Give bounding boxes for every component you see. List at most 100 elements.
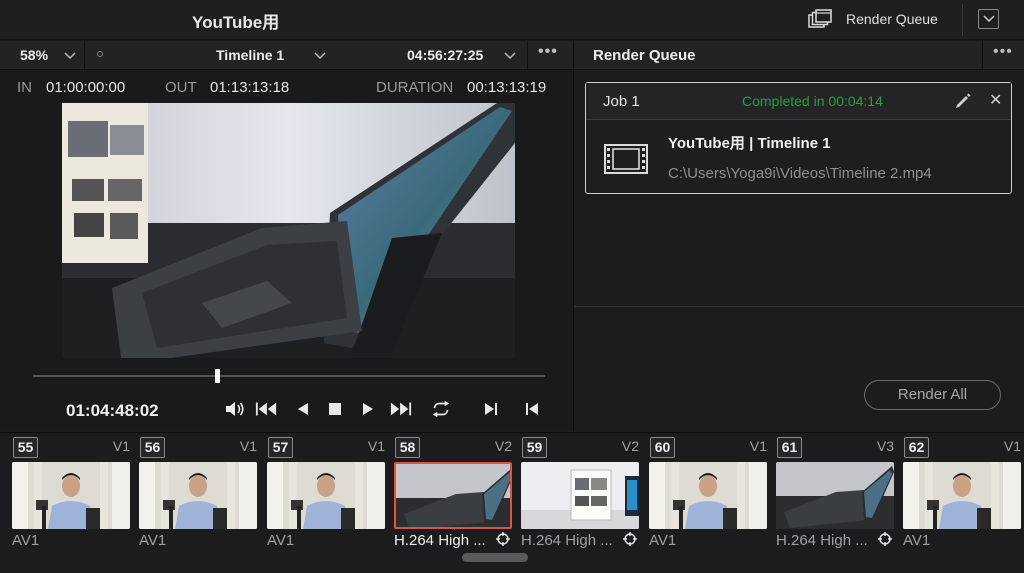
clip-thumbnail[interactable] [267, 462, 385, 529]
loop-button[interactable] [430, 398, 452, 420]
clip-number: 61 [777, 437, 802, 458]
current-timecode: 01:04:48:02 [66, 401, 159, 420]
divider [574, 306, 1024, 307]
out-label: OUT [165, 79, 197, 96]
crosshair-icon[interactable] [878, 532, 892, 551]
render-queue-icon [808, 9, 832, 28]
clip-number: 56 [140, 437, 165, 458]
speaker-icon [226, 402, 244, 416]
video-frame-image [62, 103, 515, 358]
viewer-panel: 58% Timeline 1 04:56:27:25 ••• IN 01:00:… [0, 41, 573, 431]
clip-item[interactable]: 56 V1 AV1 [139, 433, 259, 558]
clip-thumbnail[interactable] [776, 462, 894, 529]
clip-number: 58 [395, 437, 420, 458]
clip-item[interactable]: 60 V1 AV1 [649, 433, 769, 558]
skip-back-icon [255, 402, 277, 416]
clip-track: V2 [494, 438, 512, 454]
clip-track: V1 [239, 438, 257, 454]
clip-track: V1 [367, 438, 385, 454]
clip-thumbnail[interactable] [394, 462, 512, 529]
chevron-down-icon[interactable] [64, 47, 76, 63]
project-title: YouTube用 [192, 13, 280, 32]
clip-codec: H.264 High ... [521, 532, 613, 549]
viewer-header: 58% Timeline 1 04:56:27:25 ••• [0, 41, 573, 70]
close-icon[interactable]: ✕ [989, 90, 1002, 110]
job-status: Completed in 00:04:14 [742, 93, 883, 109]
clip-thumbnail[interactable] [139, 462, 257, 529]
clips-strip: 55 V1 AV1 56 V1 AV1 57 V1 AV1 58 V2 H.264 High ... 5… [0, 432, 1024, 573]
clip-number: 62 [904, 437, 929, 458]
previous-frame-button[interactable] [521, 398, 543, 420]
playhead-handle[interactable] [215, 369, 220, 383]
job-name: Job 1 [603, 93, 640, 110]
clip-track: V2 [621, 438, 639, 454]
render-queue-panel: Render Queue ••• Job 1 Completed in 00:0… [574, 41, 1024, 431]
clip-track: V1 [1003, 438, 1021, 454]
clip-thumbnail[interactable] [521, 462, 639, 529]
scrubber-track[interactable] [33, 375, 545, 377]
clip-codec: AV1 [649, 532, 677, 549]
expand-button[interactable] [978, 9, 999, 29]
chevron-down-icon[interactable] [314, 47, 326, 63]
job-header: Job 1 Completed in 00:04:14 ✕ [586, 83, 1011, 120]
stop-icon [329, 403, 341, 415]
out-value: 01:13:13:18 [210, 79, 290, 96]
more-options-icon[interactable]: ••• [538, 43, 558, 61]
divider [962, 4, 963, 36]
loop-icon [432, 400, 450, 418]
duration-label: DURATION [376, 79, 454, 96]
previous-clip-icon [526, 403, 538, 415]
indicator-dot-icon [97, 51, 103, 57]
play-icon [363, 403, 373, 415]
clip-number: 55 [13, 437, 38, 458]
clip-track: V1 [749, 438, 767, 454]
video-preview[interactable] [62, 103, 515, 358]
clip-codec: AV1 [903, 532, 931, 549]
clip-thumbnail[interactable] [12, 462, 130, 529]
jump-to-end-button[interactable] [390, 398, 412, 420]
timeline-selector[interactable]: Timeline 1 [216, 47, 284, 63]
clip-item[interactable]: 58 V2 H.264 High ... [394, 433, 514, 558]
clip-number: 60 [650, 437, 675, 458]
chevron-down-icon [983, 15, 995, 23]
chevron-down-icon[interactable] [504, 47, 516, 63]
pencil-icon[interactable] [954, 92, 972, 110]
next-frame-button[interactable] [480, 398, 502, 420]
job-output-path: C:\Users\Yoga9i\Videos\Timeline 2.mp4 [668, 165, 932, 182]
zoom-level[interactable]: 58% [20, 47, 48, 63]
divider [982, 41, 983, 70]
timeline-timecode[interactable]: 04:56:27:25 [407, 47, 483, 63]
crosshair-icon[interactable] [623, 532, 637, 551]
clip-item[interactable]: 61 V3 H.264 High ... [776, 433, 896, 558]
crosshair-icon[interactable] [496, 532, 510, 551]
clip-thumbnail[interactable] [649, 462, 767, 529]
play-button[interactable] [357, 398, 379, 420]
skip-forward-icon [390, 402, 412, 416]
clip-item[interactable]: 62 V1 AV1 [903, 433, 1023, 558]
clip-item[interactable]: 57 V1 AV1 [267, 433, 387, 558]
more-options-icon[interactable]: ••• [993, 43, 1013, 61]
clip-track: V3 [876, 438, 894, 454]
clip-number: 59 [522, 437, 547, 458]
in-out-bar: IN 01:00:00:00 OUT 01:13:13:18 DURATION … [0, 71, 573, 101]
reverse-play-button[interactable] [292, 398, 314, 420]
clip-item[interactable]: 55 V1 AV1 [12, 433, 132, 558]
render-queue-header: Render Queue ••• [574, 41, 1024, 70]
render-queue-toggle[interactable]: Render Queue [808, 9, 938, 29]
clip-thumbnail[interactable] [903, 462, 1021, 529]
render-all-button[interactable]: Render All [864, 380, 1001, 410]
clip-codec: AV1 [267, 532, 295, 549]
render-queue-title: Render Queue [593, 47, 696, 64]
jump-to-start-button[interactable] [255, 398, 277, 420]
play-reverse-icon [298, 403, 308, 415]
clip-codec: AV1 [139, 532, 167, 549]
render-queue-label: Render Queue [846, 11, 938, 27]
volume-button[interactable] [224, 398, 246, 420]
clip-item[interactable]: 59 V2 H.264 High ... [521, 433, 641, 558]
stop-button[interactable] [324, 398, 346, 420]
divider [527, 41, 528, 70]
horizontal-scrollbar[interactable] [462, 553, 528, 562]
render-job-card[interactable]: Job 1 Completed in 00:04:14 ✕ YouTube用 |… [585, 82, 1012, 194]
duration-value: 00:13:13:19 [467, 79, 547, 96]
clip-number: 57 [268, 437, 293, 458]
